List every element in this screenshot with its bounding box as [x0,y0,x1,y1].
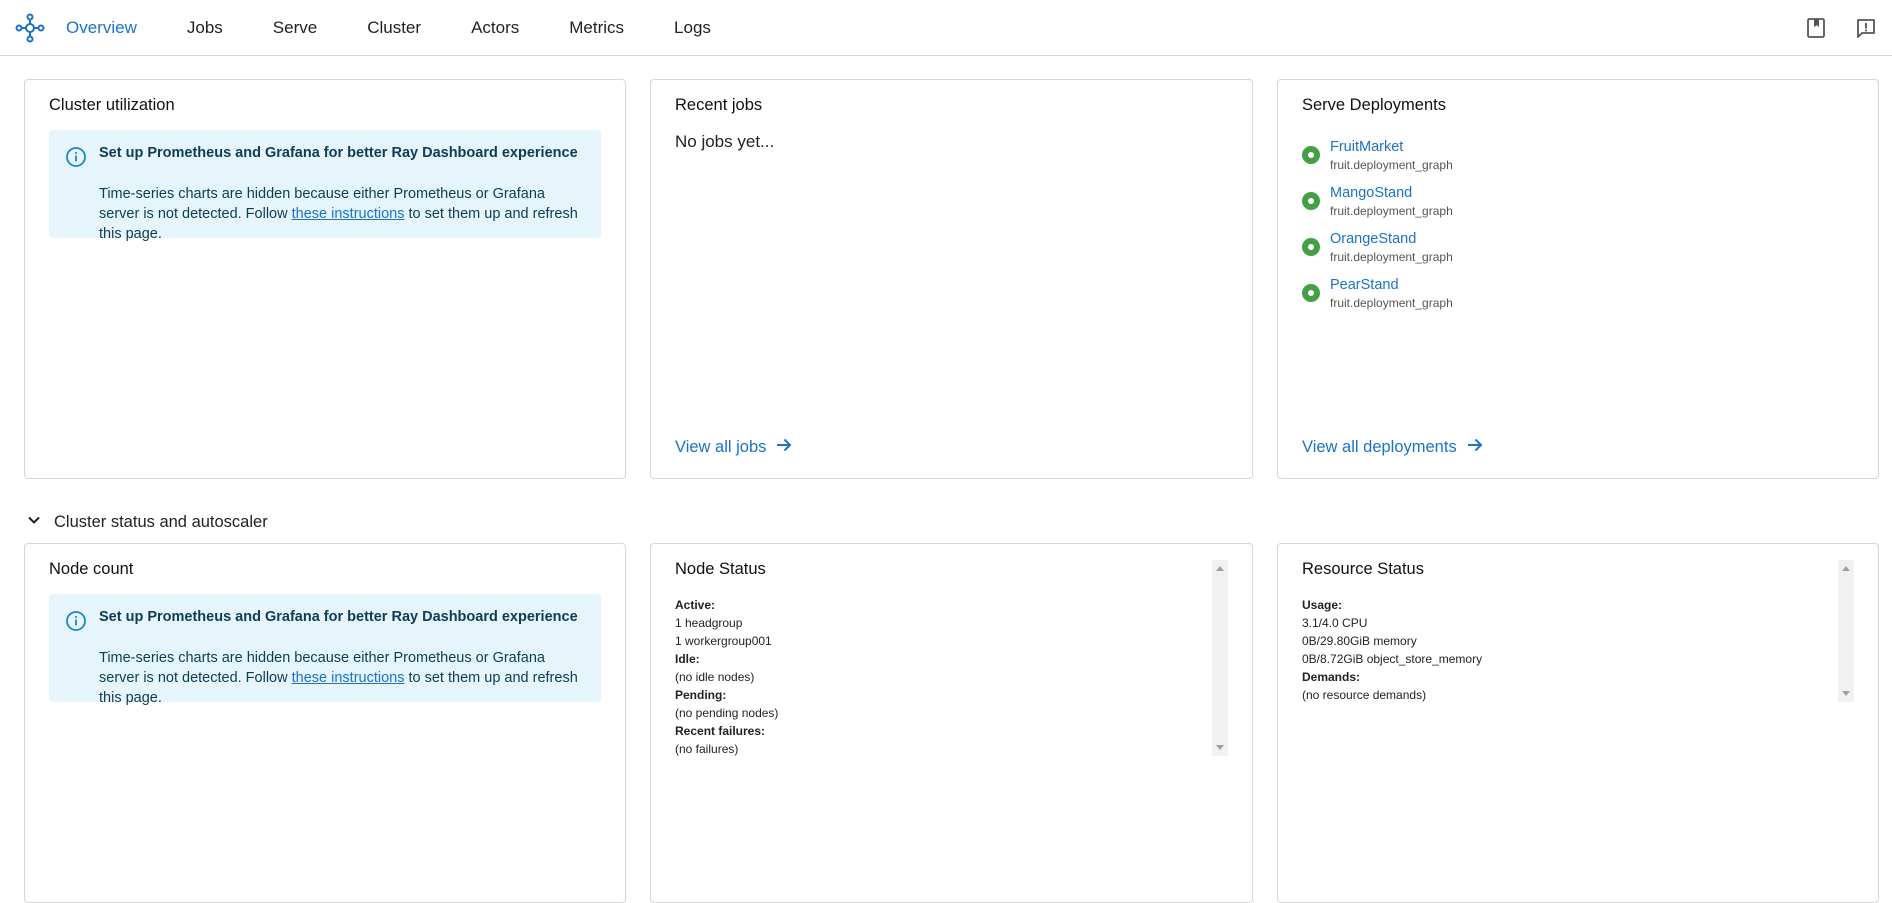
deployment-graph-label: fruit.deployment_graph [1330,249,1453,264]
feedback-icon[interactable] [1854,16,1878,40]
node-count-card: Node count Set up Prometheus and Grafana… [24,543,626,903]
chevron-down-icon [26,512,42,533]
list-item: FruitMarket fruit.deployment_graph [1302,132,1453,178]
ray-logo-icon[interactable] [14,12,46,44]
status-line: 0B/29.80GiB memory [1302,634,1417,648]
tab-overview[interactable]: Overview [66,0,163,56]
node-status-card: Node Status Active: 1 headgroup 1 worker… [650,543,1253,903]
scroll-down-arrow-icon[interactable] [1216,745,1224,750]
section-label: Cluster status and autoscaler [54,513,268,531]
healthy-status-icon [1302,284,1320,302]
status-line: 0B/8.72GiB object_store_memory [1302,652,1483,666]
node-status-text: Active: 1 headgroup 1 workergroup001 Idl… [675,596,778,758]
healthy-status-icon [1302,192,1320,210]
view-all-jobs-link[interactable]: View all jobs [675,435,794,460]
status-line: (no pending nodes) [675,706,779,720]
status-line: Pending: [675,688,727,702]
alert-title: Set up Prometheus and Grafana for better… [99,609,578,625]
tab-logs[interactable]: Logs [674,0,737,56]
card-title: Recent jobs [675,96,763,114]
info-icon [65,610,87,632]
resource-status-card: Resource Status Usage: 3.1/4.0 CPU 0B/29… [1277,543,1879,903]
view-all-deployments-link[interactable]: View all deployments [1302,435,1485,460]
status-line: (no idle nodes) [675,670,755,684]
alert-body: Time-series charts are hidden because ei… [99,184,587,244]
serve-deployments-card: Serve Deployments FruitMarket fruit.depl… [1277,79,1879,479]
alert-title: Set up Prometheus and Grafana for better… [99,145,578,161]
healthy-status-icon [1302,146,1320,164]
view-all-jobs-label: View all jobs [675,438,767,456]
tab-serve[interactable]: Serve [273,0,343,56]
card-title: Serve Deployments [1302,96,1446,114]
info-icon [65,146,87,168]
tab-cluster[interactable]: Cluster [367,0,447,56]
deployment-graph-label: fruit.deployment_graph [1330,295,1453,310]
status-line: Active: [675,598,716,612]
prometheus-alert: Set up Prometheus and Grafana for better… [49,130,601,242]
top-navigation-bar: Overview Jobs Serve Cluster Actors Metri… [0,0,1892,56]
alert-body: Time-series charts are hidden because ei… [99,648,587,708]
prometheus-alert: Set up Prometheus and Grafana for better… [49,594,601,706]
card-title: Cluster utilization [49,96,175,114]
status-line: Recent failures: [675,724,766,738]
cluster-status-section-toggle[interactable]: Cluster status and autoscaler [26,512,268,533]
deployment-name-link[interactable]: PearStand [1330,277,1453,293]
deployment-name-link[interactable]: FruitMarket [1330,139,1453,155]
status-line: Usage: [1302,598,1343,612]
status-line: 3.1/4.0 CPU [1302,616,1368,630]
status-line: Demands: [1302,670,1361,684]
deployment-name-link[interactable]: OrangeStand [1330,231,1453,247]
recent-jobs-card: Recent jobs No jobs yet... View all jobs [650,79,1253,479]
healthy-status-icon [1302,238,1320,256]
docs-book-icon[interactable] [1804,16,1828,40]
list-item: OrangeStand fruit.deployment_graph [1302,224,1453,270]
card-title: Resource Status [1302,560,1424,578]
list-item: PearStand fruit.deployment_graph [1302,270,1453,316]
arrow-right-icon [1465,435,1485,460]
deployment-graph-label: fruit.deployment_graph [1330,157,1453,172]
scroll-down-arrow-icon[interactable] [1842,691,1850,696]
arrow-right-icon [774,435,794,460]
deployment-name-link[interactable]: MangoStand [1330,185,1453,201]
node-status-scrollbar[interactable] [1212,560,1228,756]
tab-metrics[interactable]: Metrics [569,0,650,56]
scroll-up-arrow-icon[interactable] [1216,566,1224,571]
instructions-link[interactable]: these instructions [292,206,405,222]
tab-jobs[interactable]: Jobs [187,0,249,56]
scroll-up-arrow-icon[interactable] [1842,566,1850,571]
resource-status-scrollbar[interactable] [1838,560,1854,702]
view-all-deployments-label: View all deployments [1302,438,1457,456]
status-line: (no resource demands) [1302,688,1427,702]
tab-actors[interactable]: Actors [471,0,545,56]
status-line: (no failures) [675,742,739,756]
card-title: Node count [49,560,134,578]
resource-status-text: Usage: 3.1/4.0 CPU 0B/29.80GiB memory 0B… [1302,596,1482,704]
instructions-link[interactable]: these instructions [292,670,405,686]
list-item: MangoStand fruit.deployment_graph [1302,178,1453,224]
status-line: 1 headgroup [675,616,743,630]
status-line: 1 workergroup001 [675,634,772,648]
no-jobs-text: No jobs yet... [675,132,775,151]
deployment-graph-label: fruit.deployment_graph [1330,203,1453,218]
cluster-utilization-card: Cluster utilization Set up Prometheus an… [24,79,626,479]
status-line: Idle: [675,652,700,666]
deployment-list: FruitMarket fruit.deployment_graph Mango… [1302,132,1453,316]
card-title: Node Status [675,560,766,578]
